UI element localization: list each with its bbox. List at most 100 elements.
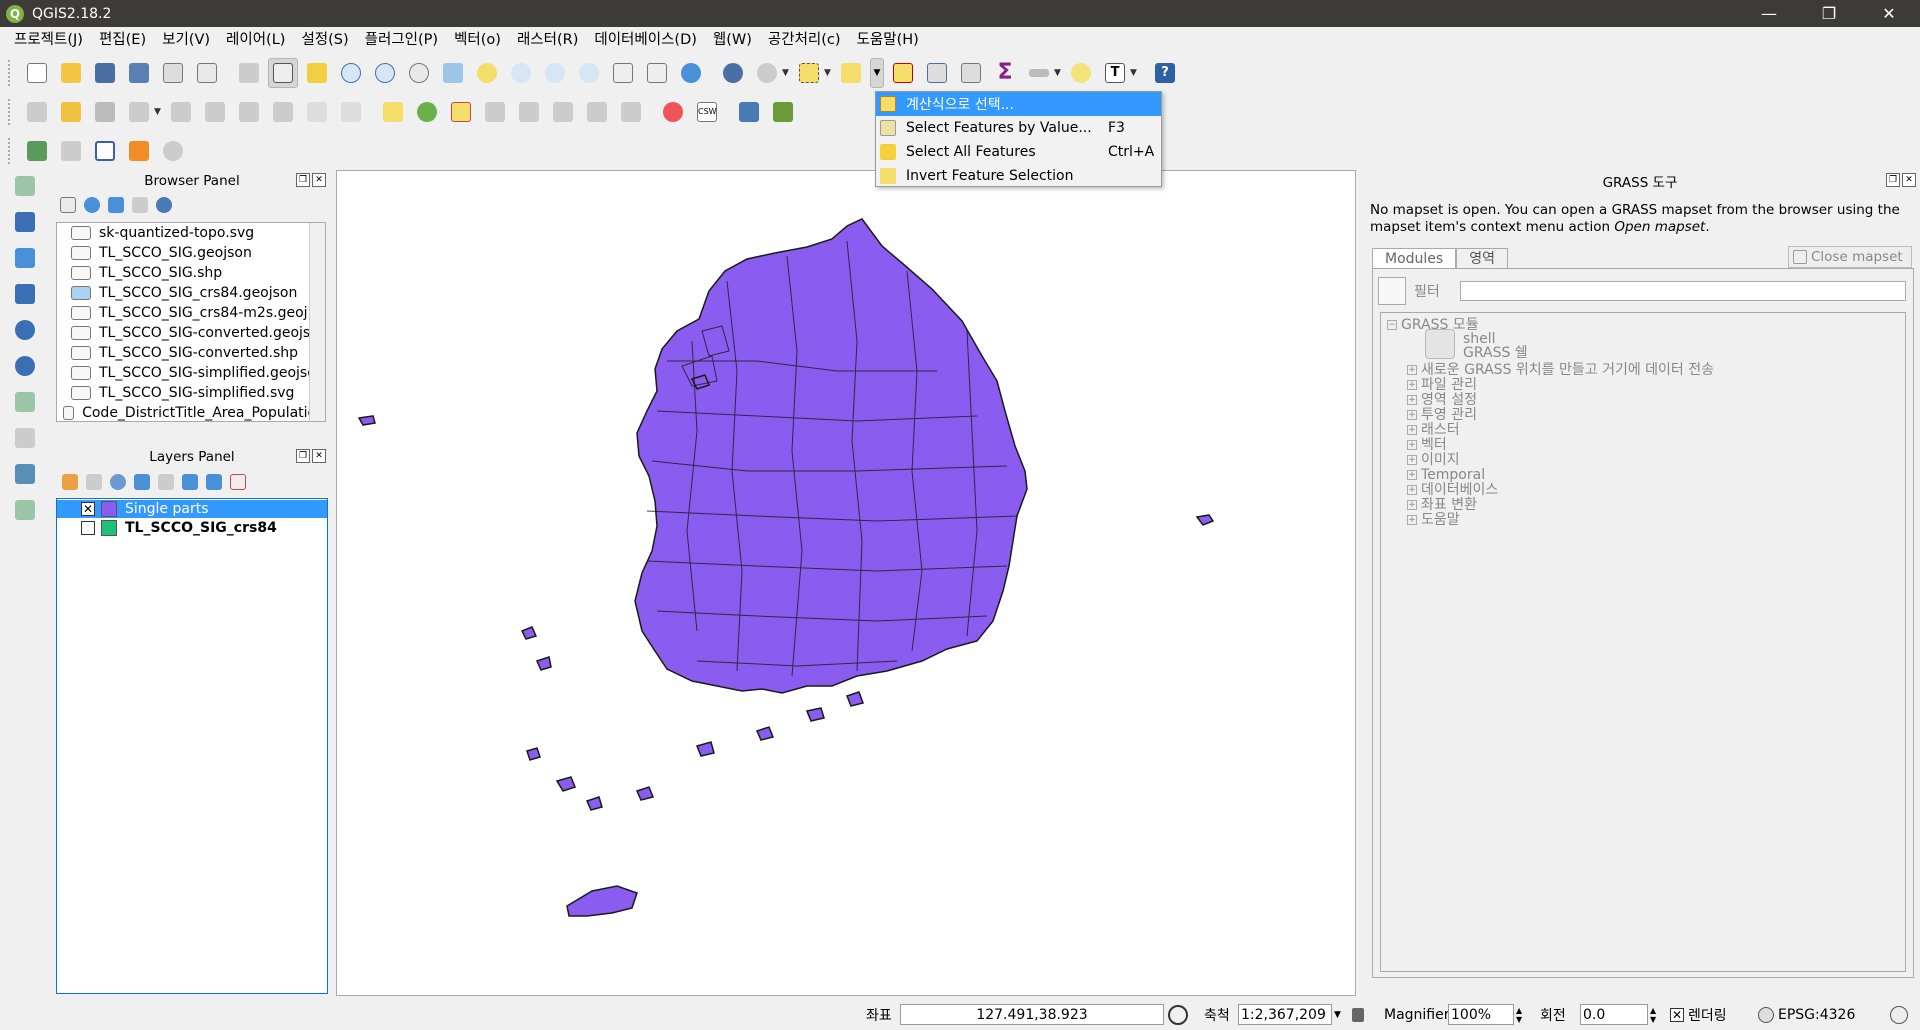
- save-project-button[interactable]: [90, 58, 120, 88]
- tree-item[interactable]: Code_DistrictTitle_Area_Population: [57, 403, 325, 421]
- menu-raster[interactable]: 래스터(R): [509, 27, 586, 54]
- tree-group[interactable]: + 데이터베이스: [1407, 482, 1498, 498]
- add-group-icon[interactable]: [86, 474, 102, 490]
- zoom-full-button[interactable]: [438, 58, 468, 88]
- spin-up-icon[interactable]: ▲: [1516, 1006, 1522, 1015]
- expand-icon[interactable]: +: [1407, 485, 1417, 495]
- select-dropdown-toggle[interactable]: ▼: [870, 58, 884, 88]
- tree-item[interactable]: TL_SCCO_SIG_crs84.geojson: [57, 283, 325, 303]
- expand-icon[interactable]: +: [1407, 365, 1417, 375]
- georeferencer-button[interactable]: [658, 97, 688, 127]
- toggle-editing-button[interactable]: [56, 97, 86, 127]
- menu-project[interactable]: 프로젝트(J): [6, 27, 91, 54]
- node-tool-button[interactable]: [200, 97, 230, 127]
- layer-item-single-parts[interactable]: ✕ Single parts: [57, 500, 327, 518]
- new-project-button[interactable]: [22, 58, 52, 88]
- delete-selected-button[interactable]: [234, 97, 264, 127]
- chevron-down-icon[interactable]: ▼: [1130, 68, 1140, 78]
- scale-field[interactable]: 1:2,367,209: [1238, 1004, 1332, 1025]
- grass-tools-button[interactable]: [768, 97, 798, 127]
- messages-button[interactable]: [1890, 1000, 1908, 1030]
- move-feature-button[interactable]: [166, 97, 196, 127]
- add-delimited-text-button[interactable]: [10, 423, 40, 453]
- menu-layer[interactable]: 레이어(L): [218, 27, 293, 54]
- show-bookmarks-button[interactable]: [642, 58, 672, 88]
- minimize-button[interactable]: —: [1746, 0, 1792, 27]
- measure-line-button[interactable]: [1024, 58, 1054, 88]
- close-panel-button[interactable]: ✕: [1902, 173, 1916, 187]
- open-field-calculator-button[interactable]: [956, 58, 986, 88]
- tree-item-grass-shell[interactable]: GRASS 쉘: [1463, 345, 1528, 361]
- d3-export-button[interactable]: [124, 136, 154, 166]
- expand-icon[interactable]: +: [1407, 380, 1417, 390]
- expand-icon[interactable]: +: [1407, 410, 1417, 420]
- spin-up-icon[interactable]: ▲: [1650, 1006, 1656, 1015]
- open-attribute-table-button[interactable]: [922, 58, 952, 88]
- filter-icon[interactable]: [108, 197, 124, 213]
- list-view-icon[interactable]: [1378, 277, 1406, 305]
- style-icon[interactable]: [62, 474, 78, 490]
- text-annotation-button[interactable]: T: [1100, 58, 1130, 88]
- tree-group[interactable]: + 새로운 GRASS 위치를 만들고 거기에 데이터 전송: [1407, 362, 1714, 378]
- move-label-button[interactable]: [514, 97, 544, 127]
- toggle-extents-button[interactable]: [1168, 1000, 1188, 1030]
- label-properties-button[interactable]: [616, 97, 646, 127]
- pan-to-selection-button[interactable]: [302, 58, 332, 88]
- chevron-down-icon[interactable]: ▼: [782, 68, 792, 78]
- tree-item[interactable]: sk-quantized-topo.svg: [57, 223, 325, 243]
- layer-visibility-checkbox[interactable]: [81, 521, 95, 535]
- layer-item-tl-scco-sig-crs84[interactable]: TL_SCCO_SIG_crs84: [57, 519, 327, 537]
- magnifier-field[interactable]: 100%: [1448, 1004, 1514, 1025]
- new-bookmark-button[interactable]: [608, 58, 638, 88]
- tree-item[interactable]: TL_SCCO_SIG.geojson: [57, 243, 325, 263]
- rotation-spinner[interactable]: ▲ ▼: [1650, 1000, 1656, 1030]
- browser-scrollbar[interactable]: [309, 223, 325, 421]
- render-checkbox[interactable]: ✕: [1670, 1008, 1684, 1022]
- filter-icon[interactable]: [134, 474, 150, 490]
- deselect-all-button[interactable]: [888, 58, 918, 88]
- settings-button[interactable]: [158, 136, 188, 166]
- collapse-icon[interactable]: −: [1387, 320, 1397, 330]
- tab-modules[interactable]: Modules: [1372, 248, 1457, 270]
- tree-group[interactable]: + 파일 관리: [1407, 377, 1477, 393]
- collapse-all-icon[interactable]: [132, 197, 148, 213]
- layer-labeling-button[interactable]: [378, 97, 408, 127]
- toolbar-handle[interactable]: [8, 138, 14, 164]
- save-as-button[interactable]: [124, 58, 154, 88]
- composer-manager-button[interactable]: [192, 58, 222, 88]
- info-icon[interactable]: [156, 197, 172, 213]
- menu-item-invert-selection[interactable]: Invert Feature Selection: [876, 164, 1161, 188]
- map-canvas[interactable]: [336, 170, 1356, 996]
- cut-features-button[interactable]: [268, 97, 298, 127]
- tree-item[interactable]: TL_SCCO_SIG.shp: [57, 263, 325, 283]
- float-panel-button[interactable]: ❐: [296, 449, 310, 463]
- tree-group[interactable]: + 래스터: [1407, 422, 1460, 438]
- touch-zoom-button[interactable]: [234, 58, 264, 88]
- copy-features-button[interactable]: [302, 97, 332, 127]
- add-wms-layer-button[interactable]: [10, 315, 40, 345]
- menu-database[interactable]: 데이터베이스(D): [586, 27, 705, 54]
- close-button[interactable]: ✕: [1866, 0, 1912, 27]
- remove-layer-icon[interactable]: [230, 474, 246, 490]
- zoom-to-selection-button[interactable]: [472, 58, 502, 88]
- zoom-next-button[interactable]: [574, 58, 604, 88]
- tree-item[interactable]: TL_SCCO_SIG-converted.geojs: [57, 323, 325, 343]
- table-manager-button[interactable]: [56, 136, 86, 166]
- float-panel-button[interactable]: ❐: [296, 173, 310, 187]
- zoom-in-button[interactable]: [336, 58, 366, 88]
- expand-icon[interactable]: +: [1407, 425, 1417, 435]
- filter-expression-icon[interactable]: [158, 474, 174, 490]
- add-selected-icon[interactable]: [60, 197, 76, 213]
- crs-button[interactable]: EPSG:4326: [1758, 1000, 1855, 1030]
- run-action-button[interactable]: [752, 58, 782, 88]
- scale-dropdown-icon[interactable]: ▼: [1334, 1000, 1341, 1030]
- open-project-button[interactable]: [56, 58, 86, 88]
- render-toggle[interactable]: ✕ 렌더링: [1670, 1000, 1727, 1030]
- menu-item-select-by-expression[interactable]: 계산식으로 선택...: [876, 92, 1161, 116]
- tree-group[interactable]: + 투영 관리: [1407, 407, 1477, 423]
- close-panel-button[interactable]: ✕: [312, 173, 326, 187]
- menu-settings[interactable]: 설정(S): [293, 27, 356, 54]
- current-edits-button[interactable]: [22, 97, 52, 127]
- tree-group[interactable]: + Temporal: [1407, 467, 1485, 483]
- tree-group[interactable]: + 벡터: [1407, 437, 1447, 453]
